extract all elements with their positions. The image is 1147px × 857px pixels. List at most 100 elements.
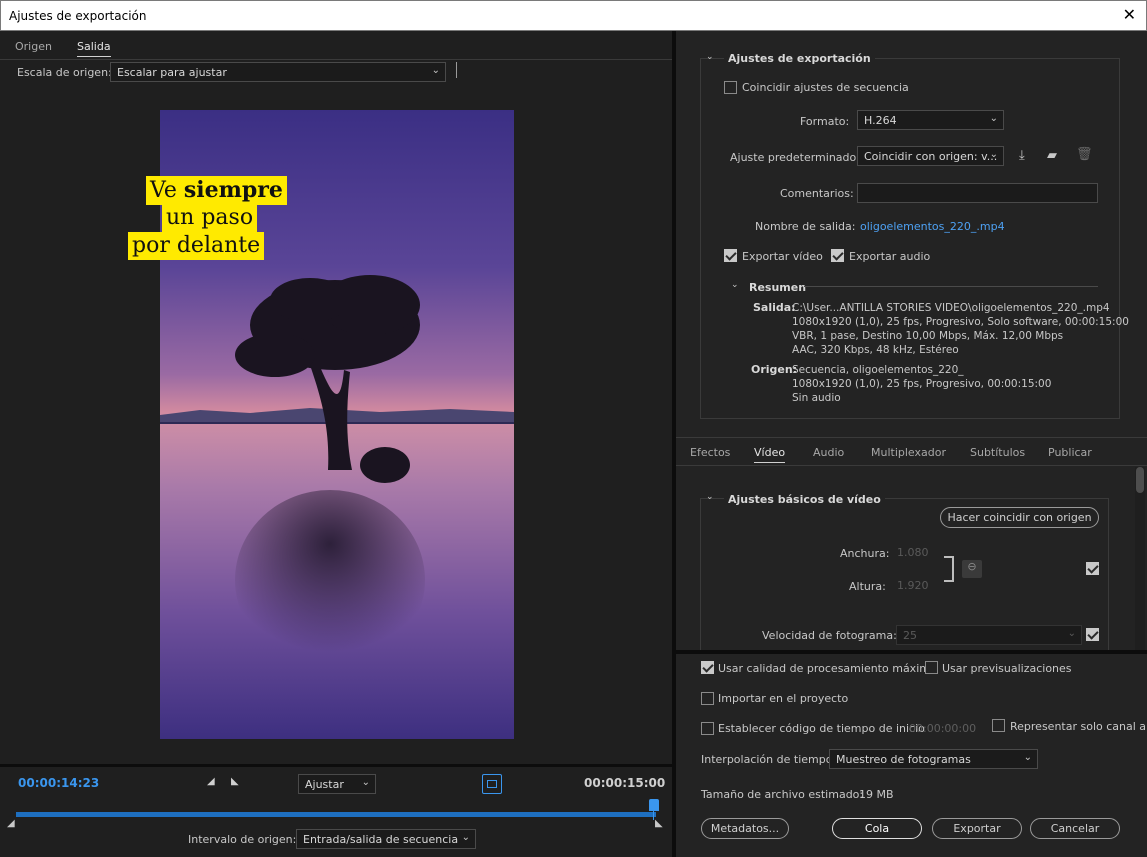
preset-value: Coincidir con origen: v... — [864, 150, 998, 163]
video-basic-title: Ajustes básicos de vídeo — [724, 493, 885, 506]
scrollbar[interactable] — [1135, 467, 1145, 653]
chevron-down-icon: ⌄ — [989, 113, 998, 124]
export-button[interactable]: Exportar — [932, 818, 1022, 839]
max-render-label: Usar calidad de procesamiento máxima — [718, 662, 937, 675]
export-video-checkbox[interactable] — [724, 249, 737, 262]
mark-out-icon[interactable]: ◣ — [231, 776, 239, 787]
chevron-down-icon: ⌄ — [1023, 752, 1032, 763]
tabs-rule-bottom — [676, 465, 1147, 466]
summary-title: Resumen — [749, 281, 807, 294]
output-line: C:\User...ANTILLA STORIES VIDEO\oligoele… — [792, 302, 1110, 314]
source-scale-dropdown[interactable]: Escalar para ajustar ⌄ — [110, 62, 446, 82]
title-bar: Ajustes de exportación ✕ — [0, 0, 1147, 31]
frame-rate-value: 25 — [903, 629, 917, 642]
output-line: VBR, 1 pase, Destino 10,00 Mbps, Máx. 12… — [792, 330, 1064, 342]
timeline-bar[interactable] — [16, 812, 656, 817]
start-timecode-value[interactable]: 00:00:00:00 — [909, 722, 976, 735]
fit-dropdown[interactable]: Ajustar ⌄ — [298, 774, 376, 794]
import-project-checkbox[interactable] — [701, 692, 714, 705]
chevron-down-icon: ⌄ — [1067, 628, 1076, 639]
mark-in-icon[interactable]: ◢ — [207, 776, 215, 787]
tab-multiplexador[interactable]: Multiplexador — [871, 446, 946, 459]
comments-input[interactable] — [857, 183, 1098, 203]
tab-salida[interactable]: Salida — [77, 40, 111, 57]
in-point-icon[interactable]: ◢ — [7, 818, 15, 829]
output-name-link[interactable]: oligoelementos_220_.mp4 — [860, 220, 1005, 233]
output-line: AAC, 320 Kbps, 48 kHz, Estéreo — [792, 344, 959, 356]
tab-origen[interactable]: Origen — [15, 40, 52, 53]
use-previews-label: Usar previsualizaciones — [942, 662, 1072, 675]
fit-value: Ajustar — [305, 778, 344, 791]
aspect-toggle-icon[interactable] — [482, 774, 502, 794]
bottom-divider — [676, 650, 1147, 654]
preset-label: Ajuste predeterminado: — [730, 151, 860, 164]
close-icon[interactable]: ✕ — [1123, 5, 1136, 24]
output-summary: C:\User...ANTILLA STORIES VIDEO\oligoele… — [792, 301, 1129, 357]
export-settings-title: Ajustes de exportación — [724, 52, 875, 65]
width-label: Anchura: — [840, 547, 890, 560]
summary-chevron-icon[interactable]: ⌄ — [731, 280, 739, 290]
source-range-label: Intervalo de origen: — [188, 833, 297, 846]
width-height-checkbox[interactable] — [1086, 562, 1099, 575]
format-dropdown[interactable]: H.264 ⌄ — [857, 110, 1004, 130]
link-bracket — [944, 556, 954, 582]
tab-audio[interactable]: Audio — [813, 446, 844, 459]
frame-rate-checkbox[interactable] — [1086, 628, 1099, 641]
comments-label: Comentarios: — [780, 187, 854, 200]
source-range-dropdown[interactable]: Entrada/salida de secuencia ⌄ — [296, 829, 476, 849]
import-project-label: Importar en el proyecto — [718, 692, 849, 705]
use-previews-checkbox[interactable] — [925, 661, 938, 674]
out-point-icon[interactable]: ◣ — [655, 818, 663, 829]
alpha-only-label: Representar solo canal alfa — [1010, 720, 1147, 733]
link-icon[interactable]: ⊖ — [962, 560, 982, 578]
import-preset-icon[interactable]: ▰ — [1047, 148, 1057, 163]
start-timecode-label: Establecer código de tiempo de inicio — [718, 722, 925, 735]
tab-subtitulos[interactable]: Subtítulos — [970, 446, 1025, 459]
source-line: Sin audio — [792, 392, 841, 404]
file-size-value: 19 MB — [859, 788, 894, 801]
start-timecode-checkbox[interactable] — [701, 722, 714, 735]
source-scale-label: Escala de origen: — [17, 66, 112, 79]
match-sequence-checkbox[interactable] — [724, 81, 737, 94]
match-sequence-label: Coincidir ajustes de secuencia — [742, 81, 909, 94]
height-label: Altura: — [849, 580, 886, 593]
tab-publicar[interactable]: Publicar — [1048, 446, 1092, 459]
preset-dropdown[interactable]: Coincidir con origen: v... ⌄ — [857, 146, 1004, 166]
time-interp-label: Interpolación de tiempo: — [701, 753, 837, 766]
frame-rate-dropdown[interactable]: 25 ⌄ — [896, 625, 1082, 645]
export-audio-checkbox[interactable] — [831, 249, 844, 262]
caption-line-3: por delante — [128, 232, 265, 260]
height-value[interactable]: 1.920 — [897, 579, 929, 592]
chevron-down-icon: ⌄ — [431, 65, 440, 76]
caption-line-2: un paso — [162, 204, 258, 232]
collapse-chevron-icon[interactable]: ⌄ — [706, 492, 714, 502]
separator — [456, 62, 457, 78]
end-timecode: 00:00:15:00 — [584, 776, 666, 790]
tab-divider — [0, 59, 672, 60]
current-timecode[interactable]: 00:00:14:23 — [18, 776, 99, 790]
metadata-button[interactable]: Metadatos... — [701, 818, 789, 839]
width-value[interactable]: 1.080 — [897, 546, 929, 559]
timeline-divider — [0, 764, 672, 767]
max-render-checkbox[interactable] — [701, 661, 714, 674]
source-key: Origen: — [751, 363, 798, 376]
export-audio-label: Exportar audio — [849, 250, 931, 263]
source-summary: Secuencia, oligoelementos_220_ 1080x1920… — [792, 363, 1051, 405]
queue-button[interactable]: Cola — [832, 818, 922, 839]
alpha-only-checkbox[interactable] — [992, 719, 1005, 732]
match-source-button[interactable]: Hacer coincidir con origen — [940, 507, 1099, 528]
export-video-label: Exportar vídeo — [742, 250, 823, 263]
save-preset-icon[interactable]: ⤓ — [1019, 148, 1025, 163]
tab-efectos[interactable]: Efectos — [690, 446, 730, 459]
preview-panel: Origen Salida Escala de origen: Escalar … — [0, 31, 672, 857]
collapse-chevron-icon[interactable]: ⌄ — [706, 52, 714, 62]
time-interp-dropdown[interactable]: Muestreo de fotogramas ⌄ — [829, 749, 1038, 769]
playhead-icon[interactable] — [649, 799, 659, 811]
file-size-label: Tamaño de archivo estimado: — [701, 788, 864, 801]
source-range-value: Entrada/salida de secuencia — [303, 833, 459, 846]
tab-video[interactable]: Vídeo — [754, 446, 786, 463]
cancel-button[interactable]: Cancelar — [1030, 818, 1120, 839]
delete-preset-icon[interactable]: 🗑 — [1076, 147, 1093, 162]
source-line: Secuencia, oligoelementos_220_ — [792, 364, 964, 376]
tabs-rule — [676, 437, 1147, 438]
